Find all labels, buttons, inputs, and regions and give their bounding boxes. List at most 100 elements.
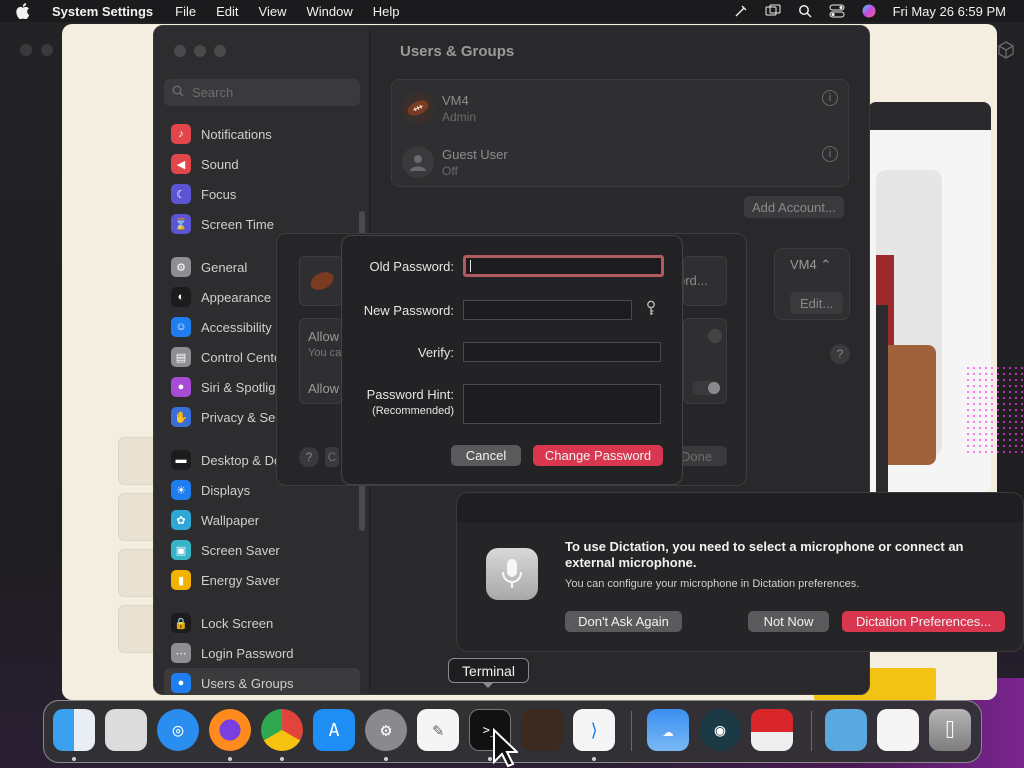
cancel-button[interactable]: Cancel: [451, 445, 521, 466]
help-button[interactable]: ?: [830, 344, 850, 364]
toggle[interactable]: [708, 329, 722, 343]
info-icon[interactable]: i: [822, 90, 838, 106]
sidebar-item-label: Sound: [201, 156, 239, 172]
textedit-icon[interactable]: ✎: [417, 709, 459, 751]
text-caret: [470, 260, 471, 272]
screen-mirroring-icon[interactable]: [765, 4, 781, 18]
wallpaper-icon: ✿: [171, 510, 191, 530]
new-password-field[interactable]: [463, 300, 632, 320]
user-row-guest[interactable]: Guest User Off: [402, 142, 508, 182]
user-name: VM4: [442, 92, 469, 108]
spotlight-search-icon[interactable]: [797, 4, 813, 18]
dictation-message: You can configure your microphone in Dic…: [565, 578, 860, 590]
minimize-button[interactable]: [194, 45, 206, 57]
password-assistant-key-icon[interactable]: [644, 300, 658, 316]
system-settings-glyph: ⚙: [380, 719, 392, 741]
edit-button[interactable]: Edit...: [790, 292, 844, 314]
firefox-icon[interactable]: [209, 709, 251, 751]
toggle[interactable]: [692, 381, 720, 395]
zoom-button[interactable]: [214, 45, 226, 57]
sidebar-item-focus[interactable]: ☾ Focus: [164, 179, 360, 209]
appearance-icon: ◐: [171, 287, 191, 307]
menu-clock[interactable]: Fri May 26 6:59 PM: [893, 4, 1006, 19]
sidebar-item-lock-screen[interactable]: 🔒 Lock Screen: [164, 608, 360, 638]
search-input[interactable]: Search: [164, 79, 360, 106]
allow-option-label: Allow: [308, 329, 340, 344]
system-settings-icon[interactable]: ⚙: [365, 709, 407, 751]
dialog-toggle-box: [683, 318, 727, 404]
reset-password-button[interactable]: ord...: [683, 256, 727, 306]
accessibility-icon: ☺: [171, 317, 191, 337]
downloads-folder-icon[interactable]: [825, 709, 867, 751]
sun-icon: ☀: [171, 480, 191, 500]
apple-menu-icon[interactable]: [16, 3, 38, 19]
chrome-icon[interactable]: [261, 709, 303, 751]
launchpad-icon[interactable]: [105, 709, 147, 751]
done-button[interactable]: Done: [677, 446, 727, 466]
running-indicator: [384, 757, 388, 761]
pen-icon[interactable]: [733, 4, 749, 18]
sidebar-item-label: Appearance: [201, 289, 272, 305]
menu-edit[interactable]: Edit: [216, 4, 238, 19]
gear-icon: ⚙: [171, 257, 191, 277]
info-icon[interactable]: i: [822, 146, 838, 162]
document-stack-icon[interactable]: [877, 709, 919, 751]
running-indicator: [280, 757, 284, 761]
window-controls: [174, 45, 226, 57]
running-indicator: [228, 757, 232, 761]
hourglass-icon: ⌛: [171, 214, 191, 234]
safari-icon[interactable]: ◎: [157, 709, 199, 751]
dialog-left-button[interactable]: C: [325, 447, 339, 467]
sidebar-item-screen-saver[interactable]: ▣ Screen Saver: [164, 535, 360, 565]
close-button[interactable]: [174, 45, 186, 57]
password-hint-field[interactable]: [463, 384, 661, 424]
avatar: [402, 92, 434, 124]
menu-view[interactable]: View: [259, 4, 287, 19]
old-password-label: Old Password:: [369, 259, 454, 274]
control-center-icon[interactable]: [829, 4, 845, 18]
sidebar-item-label: Lock Screen: [201, 615, 274, 631]
input-method-icon[interactable]: [751, 709, 793, 751]
menu-bar: System Settings File Edit View Window He…: [0, 0, 1024, 22]
avatar: [308, 269, 336, 296]
vscode-icon[interactable]: ⟩: [573, 709, 615, 751]
dock-separator: [811, 711, 812, 751]
siri-icon[interactable]: [861, 4, 877, 18]
siri-icon: ●: [171, 377, 191, 397]
sidebar-item-wallpaper[interactable]: ✿ Wallpaper: [164, 505, 360, 535]
not-now-button[interactable]: Not Now: [748, 611, 829, 632]
sidebar-item-users-groups[interactable]: ● Users & Groups: [164, 668, 360, 694]
battery-icon: ▮: [171, 570, 191, 590]
mouse-cursor-icon: [493, 728, 518, 768]
change-password-button[interactable]: Change Password: [533, 445, 663, 466]
app-icon[interactable]: ◉: [699, 709, 741, 751]
finder-icon[interactable]: [53, 709, 95, 751]
sidebar-item-label: Energy Saver: [201, 572, 280, 588]
sidebar-item-login-password[interactable]: ⋯ Login Password: [164, 638, 360, 668]
menu-help[interactable]: Help: [373, 4, 400, 19]
dont-ask-again-button[interactable]: Don't Ask Again: [565, 611, 682, 632]
menu-app-name[interactable]: System Settings: [52, 4, 153, 19]
dialog-help-button[interactable]: ?: [299, 447, 319, 467]
sidebar-item-energy-saver[interactable]: ▮ Energy Saver: [164, 565, 360, 595]
menu-file[interactable]: File: [175, 4, 196, 19]
verify-field[interactable]: [463, 342, 661, 362]
add-account-button[interactable]: Add Account...: [744, 196, 844, 218]
dictation-preferences-button[interactable]: Dictation Preferences...: [842, 611, 1005, 632]
app-store-glyph: A: [328, 719, 340, 741]
sidebar-item-label: Login Password: [201, 645, 294, 661]
auto-login-select[interactable]: VM4 ⌃: [790, 257, 831, 273]
running-indicator: [592, 757, 596, 761]
menu-window[interactable]: Window: [306, 4, 352, 19]
user-row-vm4[interactable]: VM4 Admin: [402, 88, 476, 128]
garageband-icon[interactable]: [521, 709, 563, 751]
old-password-field[interactable]: [463, 255, 664, 277]
trash-icon[interactable]: ⌷: [929, 709, 971, 751]
dock-icon: ▬: [171, 450, 191, 470]
app-store-icon[interactable]: A: [313, 709, 355, 751]
sidebar-item-notifications[interactable]: ♪ Notifications: [164, 119, 360, 149]
weather-icon[interactable]: ☁: [647, 709, 689, 751]
sidebar-item-sound[interactable]: ◀ Sound: [164, 149, 360, 179]
user-role: Off: [442, 163, 458, 178]
preview-side-strip: [876, 305, 888, 495]
